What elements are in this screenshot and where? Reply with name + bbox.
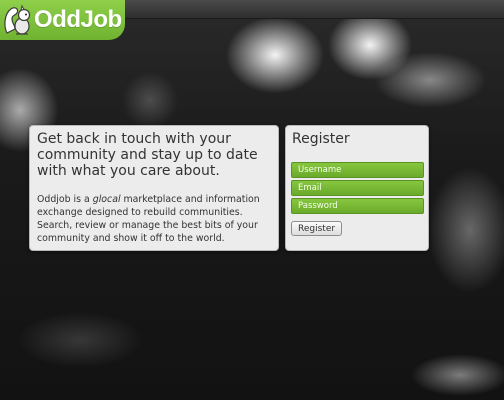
register-panel: Register Register <box>285 125 429 251</box>
intro-description: Oddjob is a glocal marketplace and infor… <box>37 193 271 245</box>
brand-name: OddJob <box>34 6 122 33</box>
intro-text-start: Oddjob is a <box>37 194 93 205</box>
username-field[interactable] <box>291 162 424 178</box>
squirrel-icon <box>4 4 31 35</box>
register-title: Register <box>292 131 350 147</box>
intro-heading: Get back in touch with your community an… <box>37 131 258 179</box>
logo[interactable]: OddJob <box>0 0 125 40</box>
password-field[interactable] <box>291 198 424 214</box>
email-field[interactable] <box>291 180 424 196</box>
register-button[interactable]: Register <box>291 221 343 236</box>
intro-panel: Get back in touch with your community an… <box>29 125 279 251</box>
intro-text-emphasis: glocal <box>92 194 121 205</box>
